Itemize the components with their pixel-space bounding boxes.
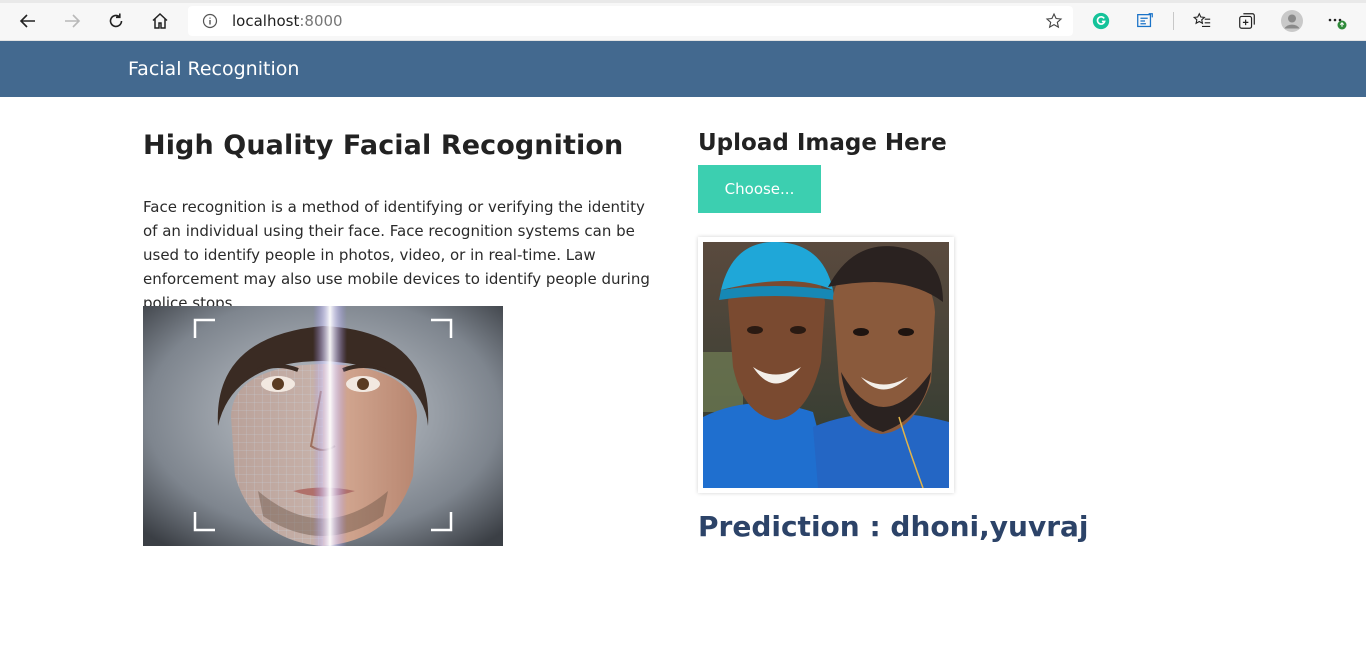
favorite-star-icon[interactable] [1045, 12, 1063, 30]
intro-description: Face recognition is a method of identify… [143, 198, 650, 312]
page-title: High Quality Facial Recognition [143, 130, 624, 161]
address-port: :8000 [299, 12, 343, 30]
face-recognition-illustration [143, 306, 503, 546]
refresh-icon [109, 13, 123, 28]
choose-file-button[interactable]: Choose... [698, 165, 821, 213]
upload-title: Upload Image Here [698, 130, 947, 156]
reader-extension-icon[interactable] [1134, 10, 1156, 32]
grammarly-extension-icon[interactable] [1090, 10, 1112, 32]
favorites-icon[interactable] [1191, 10, 1213, 32]
browser-toolbar: localhost:8000 [0, 0, 1366, 41]
back-arrow-icon [19, 14, 35, 28]
address-bar[interactable]: localhost:8000 [188, 6, 1073, 36]
settings-more-icon[interactable] [1326, 10, 1348, 32]
toolbar-divider [1173, 12, 1174, 30]
home-icon [152, 12, 168, 29]
forward-arrow-icon [65, 14, 81, 28]
info-icon[interactable] [202, 13, 218, 29]
browser-top-edge [0, 0, 1366, 3]
address-host: localhost [232, 12, 300, 30]
uploaded-photo [703, 242, 949, 488]
uploaded-photo-frame [698, 237, 954, 493]
prediction-result: Prediction : dhoni,yuvraj [698, 510, 1089, 543]
address-text: localhost:8000 [232, 12, 343, 30]
forward-button[interactable] [59, 8, 85, 34]
home-button[interactable] [147, 8, 173, 34]
profile-avatar-icon[interactable] [1281, 10, 1303, 32]
refresh-button[interactable] [103, 8, 129, 34]
collections-icon[interactable] [1236, 10, 1258, 32]
back-button[interactable] [15, 8, 41, 34]
site-navbar: Facial Recognition [0, 41, 1366, 97]
navbar-brand[interactable]: Facial Recognition [128, 58, 299, 80]
